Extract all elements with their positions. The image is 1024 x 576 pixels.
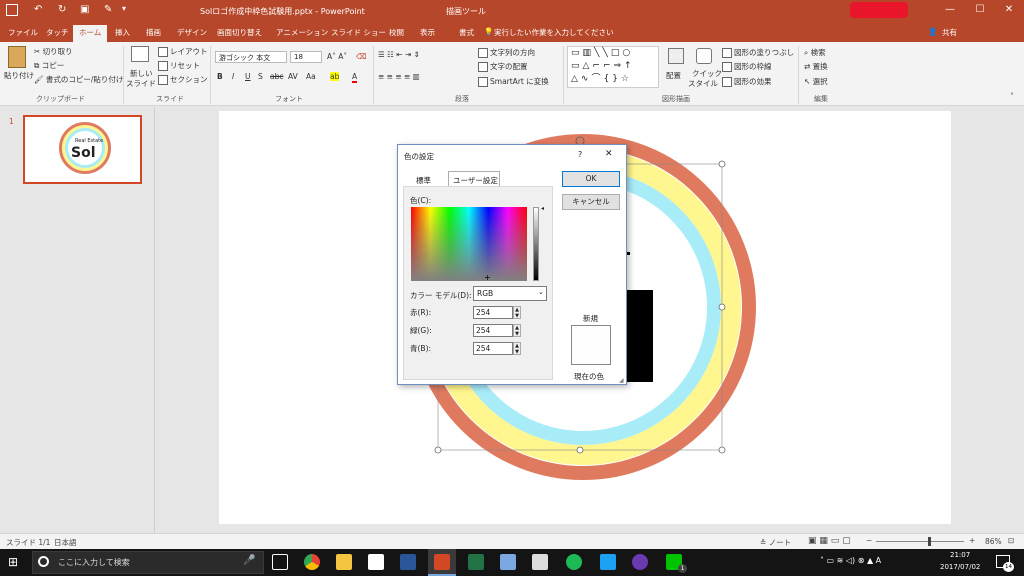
cancel-button[interactable]: キャンセル (562, 194, 620, 210)
new-color-label: 新規 (583, 314, 598, 323)
microphone-icon[interactable]: 🎤 (243, 555, 255, 566)
powerpoint-icon[interactable] (434, 554, 450, 570)
taskbar: ⊞ ここに入力して検索 🎤 1 ˄ ▭ ≋ ◁) ⊗ ▲ A 21:07 201… (0, 549, 1024, 576)
luminance-slider[interactable] (533, 207, 539, 281)
excel-icon[interactable] (468, 554, 484, 570)
help-button[interactable]: ? (578, 150, 582, 159)
zoom-thumb[interactable] (928, 537, 931, 546)
tab-custom[interactable]: ユーザー設定 (448, 171, 500, 186)
zoom-level[interactable]: 86% (985, 537, 1002, 546)
color-dialog: 色の設定 ? ✕ 標準 ユーザー設定 色(C): + ◂ カラー モデル(D):… (397, 144, 627, 385)
slide-counter: スライド 1/1 (6, 538, 51, 547)
selection-handle[interactable] (718, 160, 726, 168)
current-color-label: 現在の色 (574, 372, 604, 381)
fit-slide-icon[interactable]: ⊡ (1008, 536, 1014, 545)
view-buttons[interactable]: ▣ ▦ ▭ ▢ (808, 536, 851, 546)
tray-icons[interactable]: ˄ ▭ ≋ ◁) ⊗ ▲ A (820, 556, 881, 565)
zoom-in-icon[interactable]: + (969, 536, 975, 545)
new-color-swatch (571, 325, 611, 365)
red-input[interactable]: 254 (473, 306, 513, 319)
ok-button[interactable]: OK (562, 171, 620, 187)
blue-spinner[interactable]: ▲ ▼ (513, 342, 521, 355)
tab-standard[interactable]: 標準 (416, 175, 431, 186)
spotify-icon[interactable] (566, 554, 582, 570)
twitter-icon[interactable] (600, 554, 616, 570)
color-label: 色(C): (410, 196, 432, 205)
green-input[interactable]: 254 (473, 324, 513, 337)
color-model-label: カラー モデル(D): (410, 291, 472, 300)
clock-time[interactable]: 21:07 (950, 551, 970, 559)
word-icon[interactable] (400, 554, 416, 570)
zoom-out-icon[interactable]: − (866, 536, 872, 545)
selection-handle[interactable] (576, 446, 584, 454)
clock-date[interactable]: 2017/07/02 (940, 563, 980, 571)
crosshair-icon: + (484, 273, 491, 282)
task-view-icon[interactable] (272, 554, 288, 570)
search-placeholder[interactable]: ここに入力して検索 (58, 557, 130, 568)
green-spinner[interactable]: ▲ ▼ (513, 324, 521, 337)
luminance-arrow-icon[interactable]: ◂ (541, 205, 544, 212)
resize-grip-icon[interactable]: ◢ (619, 377, 624, 384)
line-badge: 1 (678, 564, 687, 573)
color-model-select[interactable]: RGB (473, 286, 547, 301)
status-bar: スライド 1/1 日本語 ≙ ノート ▣ ▦ ▭ ▢ − + 86% ⊡ (0, 533, 1024, 549)
green-label: 緑(G): (410, 326, 432, 335)
notification-count: 14 (1003, 562, 1014, 572)
black-dot (627, 252, 630, 255)
chrome-icon[interactable] (304, 554, 320, 570)
mail-icon[interactable] (368, 554, 384, 570)
notes-button[interactable]: ≙ ノート (760, 537, 791, 548)
dialog-title: 色の設定 (404, 152, 434, 161)
selection-handle[interactable] (718, 303, 726, 311)
windows-start-icon[interactable]: ⊞ (8, 555, 18, 569)
notes-icon: ≙ (760, 538, 769, 547)
zoom-slider[interactable] (876, 541, 964, 542)
chevron-down-icon[interactable]: ⌄ (538, 288, 544, 296)
red-spinner[interactable]: ▲ ▼ (513, 306, 521, 319)
blue-input[interactable]: 254 (473, 342, 513, 355)
app-icon[interactable] (632, 554, 648, 570)
dialog-close-button[interactable]: ✕ (605, 149, 613, 159)
cortana-icon[interactable] (38, 556, 49, 567)
color-spectrum[interactable] (411, 207, 527, 281)
selection-handle[interactable] (718, 446, 726, 454)
photos-icon[interactable] (500, 554, 516, 570)
language-indicator[interactable]: 日本語 (54, 537, 77, 548)
explorer-icon[interactable] (336, 554, 352, 570)
red-label: 赤(R): (410, 308, 432, 317)
selection-handle[interactable] (434, 446, 442, 454)
store-icon[interactable] (532, 554, 548, 570)
blue-label: 青(B): (410, 344, 432, 353)
